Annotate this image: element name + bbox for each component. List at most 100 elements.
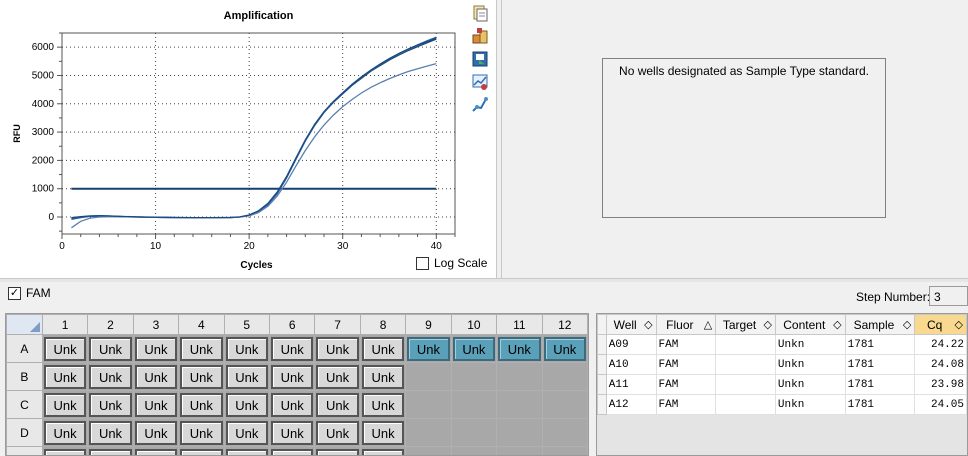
plate-row-header[interactable]: C [6,390,43,419]
well-content[interactable]: Unk [225,364,268,389]
well-content[interactable]: Unk [180,392,223,417]
plate-well[interactable]: Unk [132,390,180,419]
plate-well[interactable]: Unk [223,390,270,419]
well-content[interactable]: Unk [43,448,87,455]
well-content[interactable]: Unk [270,392,314,417]
plate-row-header[interactable]: A [6,334,43,363]
plate-well[interactable]: Unk [268,418,316,447]
well-content[interactable]: Unk [543,336,586,361]
plate-well[interactable] [450,446,498,455]
plate-well[interactable]: Unk [87,362,134,391]
sort-icon[interactable]: ◇ [763,318,771,331]
well-content[interactable]: Unk [225,392,268,417]
well-content[interactable]: Unk [270,448,314,455]
plate-well[interactable] [405,390,452,419]
column-header-cq[interactable]: Cq ◇ [914,314,967,335]
plate-column-header[interactable]: 7 [314,314,361,335]
well-content[interactable]: Unk [180,420,223,445]
well-content[interactable]: Unk [89,336,132,361]
sort-icon[interactable]: ◇ [644,318,652,331]
plate-well[interactable]: Unk [314,362,361,391]
well-content[interactable]: Unk [316,420,359,445]
plate-well[interactable] [496,418,543,447]
well-content[interactable]: Unk [134,420,178,445]
plate-well[interactable]: Unk [314,418,361,447]
plate-well[interactable]: Unk [132,362,180,391]
table-row[interactable]: A11 FAM Unkn 1781 23.98 [597,374,967,395]
step-number-field[interactable]: 3 [929,286,968,306]
plate-well[interactable]: Unk [541,334,588,363]
plate-well[interactable]: Unk [178,362,225,391]
plate-well[interactable]: Unk [178,418,225,447]
plate-well[interactable]: Unk [41,334,89,363]
trace-style-icon[interactable] [471,96,489,114]
save-image-icon[interactable] [471,50,489,68]
plate-column-header[interactable]: 4 [178,314,225,335]
log-scale-checkbox[interactable] [416,256,429,270]
well-content[interactable]: Unk [180,336,223,361]
plate-well[interactable] [405,418,452,447]
plate-select-all[interactable] [6,314,43,335]
plate-well[interactable]: Unk [314,390,361,419]
plate-well[interactable]: Unk [268,334,316,363]
column-header-content[interactable]: Content ◇ [774,314,846,335]
sort-icon[interactable]: ◇ [903,318,911,331]
plate-well[interactable]: Unk [132,446,180,455]
well-content[interactable]: Unk [225,420,268,445]
plate-well[interactable] [496,362,543,391]
plate-row-header[interactable]: B [6,362,43,391]
plate-well[interactable]: Unk [268,362,316,391]
well-content[interactable]: Unk [225,448,268,455]
row-selector[interactable] [597,374,607,395]
copy-icon[interactable] [471,4,489,22]
plate-column-header[interactable]: 11 [496,314,543,335]
row-selector[interactable] [597,334,607,355]
well-content[interactable]: Unk [225,336,268,361]
well-content[interactable]: Unk [134,392,178,417]
plate-well[interactable]: Unk [87,390,134,419]
table-row[interactable]: A09 FAM Unkn 1781 24.22 [597,334,967,355]
well-content[interactable]: Unk [316,336,359,361]
plate-well[interactable] [450,418,498,447]
row-selector-header[interactable] [597,314,607,335]
plate-well[interactable]: Unk [87,446,134,455]
well-content[interactable]: Unk [270,420,314,445]
well-content[interactable]: Unk [361,392,405,417]
plate-well[interactable]: Unk [359,418,407,447]
plate-well[interactable] [405,362,452,391]
plate-well[interactable]: Unk [178,334,225,363]
plate-well[interactable]: Unk [359,334,407,363]
table-row[interactable]: A12 FAM Unkn 1781 24.05 [597,394,967,415]
well-content[interactable]: Unk [361,364,405,389]
plate-well[interactable] [541,390,588,419]
plate-well[interactable]: Unk [178,446,225,455]
well-content[interactable]: Unk [180,448,223,455]
sort-icon[interactable]: ◇ [833,318,841,331]
plate-column-header[interactable]: 9 [405,314,452,335]
fam-toggle[interactable]: ✓ FAM [8,286,51,300]
column-header-well[interactable]: Well ◇ [605,314,657,335]
well-content[interactable]: Unk [498,336,541,361]
plate-well[interactable]: Unk [87,334,134,363]
plate-well[interactable]: Unk [178,390,225,419]
chart-settings-icon[interactable] [471,73,489,91]
plate-well[interactable]: Unk [41,446,89,455]
export-icon[interactable] [471,27,489,45]
well-content[interactable]: Unk [316,448,359,455]
well-content[interactable]: Unk [43,336,87,361]
sort-icon[interactable]: △ [704,318,712,331]
table-row[interactable]: A10 FAM Unkn 1781 24.08 [597,354,967,375]
column-header-fluor[interactable]: Fluor △ [655,314,717,335]
plate-well[interactable]: Unk [359,362,407,391]
plate-well[interactable]: Unk [314,334,361,363]
well-content[interactable]: Unk [134,336,178,361]
well-content[interactable]: Unk [316,392,359,417]
plate-well[interactable]: Unk [268,446,316,455]
plate-row-header[interactable]: D [6,418,43,447]
column-header-sample[interactable]: Sample ◇ [844,314,916,335]
plate-well[interactable] [450,390,498,419]
well-content[interactable]: Unk [89,420,132,445]
plate-well[interactable]: Unk [268,390,316,419]
plate-well[interactable]: Unk [496,334,543,363]
well-content[interactable]: Unk [43,420,87,445]
